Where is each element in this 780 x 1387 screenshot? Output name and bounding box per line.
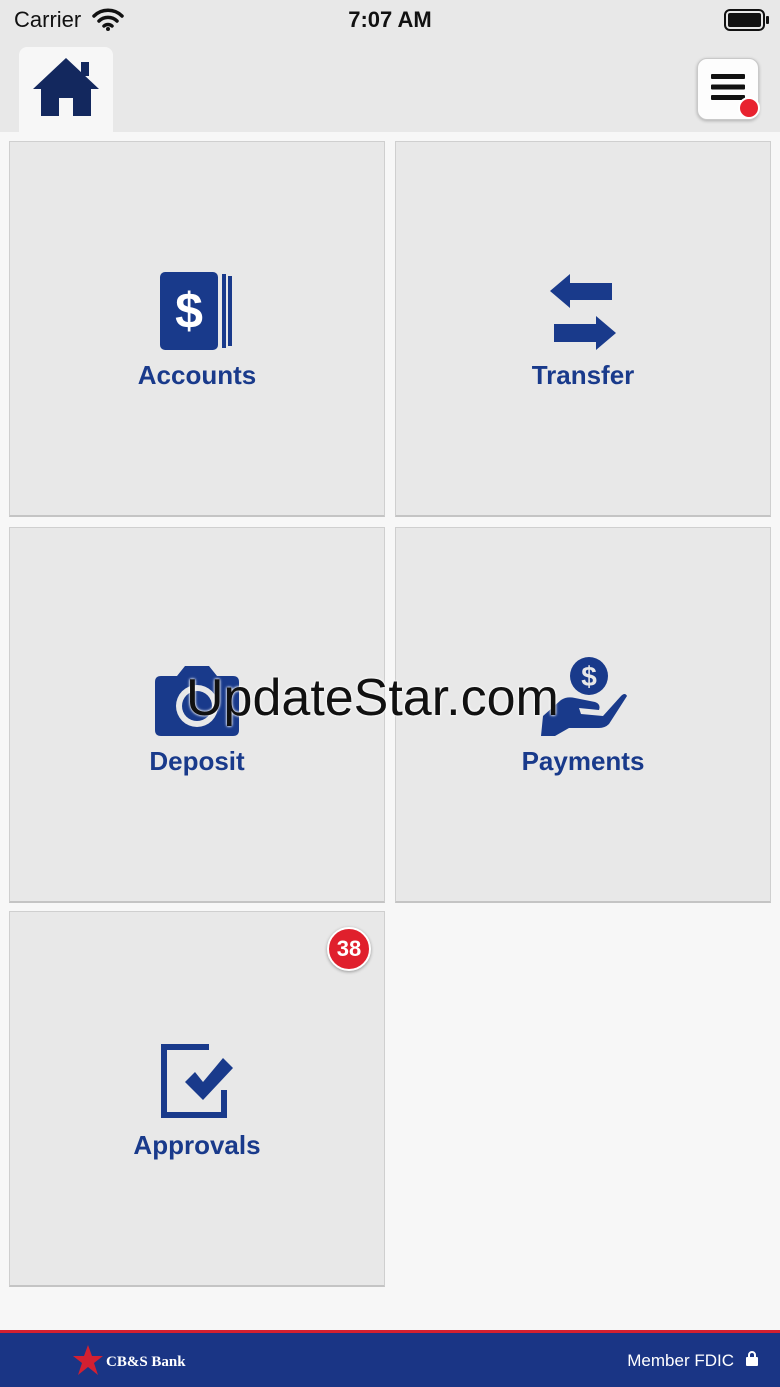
tile-label: Transfer bbox=[531, 360, 635, 390]
notification-dot bbox=[738, 97, 760, 119]
svg-text:$: $ bbox=[175, 283, 203, 339]
tile-transfer[interactable]: Transfer bbox=[395, 141, 771, 517]
home-tab[interactable] bbox=[19, 47, 113, 132]
svg-text:$: $ bbox=[581, 661, 597, 692]
home-icon bbox=[31, 56, 101, 123]
tile-label: Accounts bbox=[137, 360, 257, 390]
tile-accounts[interactable]: $ Accounts bbox=[9, 141, 385, 517]
fdic-notice: Member FDIC bbox=[627, 1351, 758, 1371]
brand-logo: CB&S Bank bbox=[72, 1344, 186, 1381]
tile-label: Payments bbox=[521, 746, 645, 776]
fdic-label: Member FDIC bbox=[627, 1351, 734, 1370]
approval-check-icon bbox=[157, 1038, 237, 1120]
brand-name: CB&S Bank bbox=[106, 1354, 186, 1370]
watermark-text: UpdateStar.com bbox=[186, 669, 559, 727]
header bbox=[0, 40, 780, 132]
lock-icon bbox=[746, 1351, 758, 1371]
tile-approvals[interactable]: 38 Approvals bbox=[9, 911, 385, 1287]
battery-icon bbox=[724, 9, 770, 36]
status-bar: Carrier 7:07 AM bbox=[0, 0, 780, 40]
clock: 7:07 AM bbox=[348, 7, 432, 32]
tile-label: Approvals bbox=[133, 1130, 261, 1160]
approvals-count-badge: 38 bbox=[327, 927, 371, 971]
tile-label: Deposit bbox=[149, 746, 245, 776]
footer: CB&S Bank Member FDIC bbox=[0, 1330, 780, 1387]
dollar-card-icon: $ bbox=[160, 268, 234, 350]
star-logo-icon bbox=[72, 1344, 104, 1381]
transfer-arrows-icon bbox=[550, 268, 616, 350]
